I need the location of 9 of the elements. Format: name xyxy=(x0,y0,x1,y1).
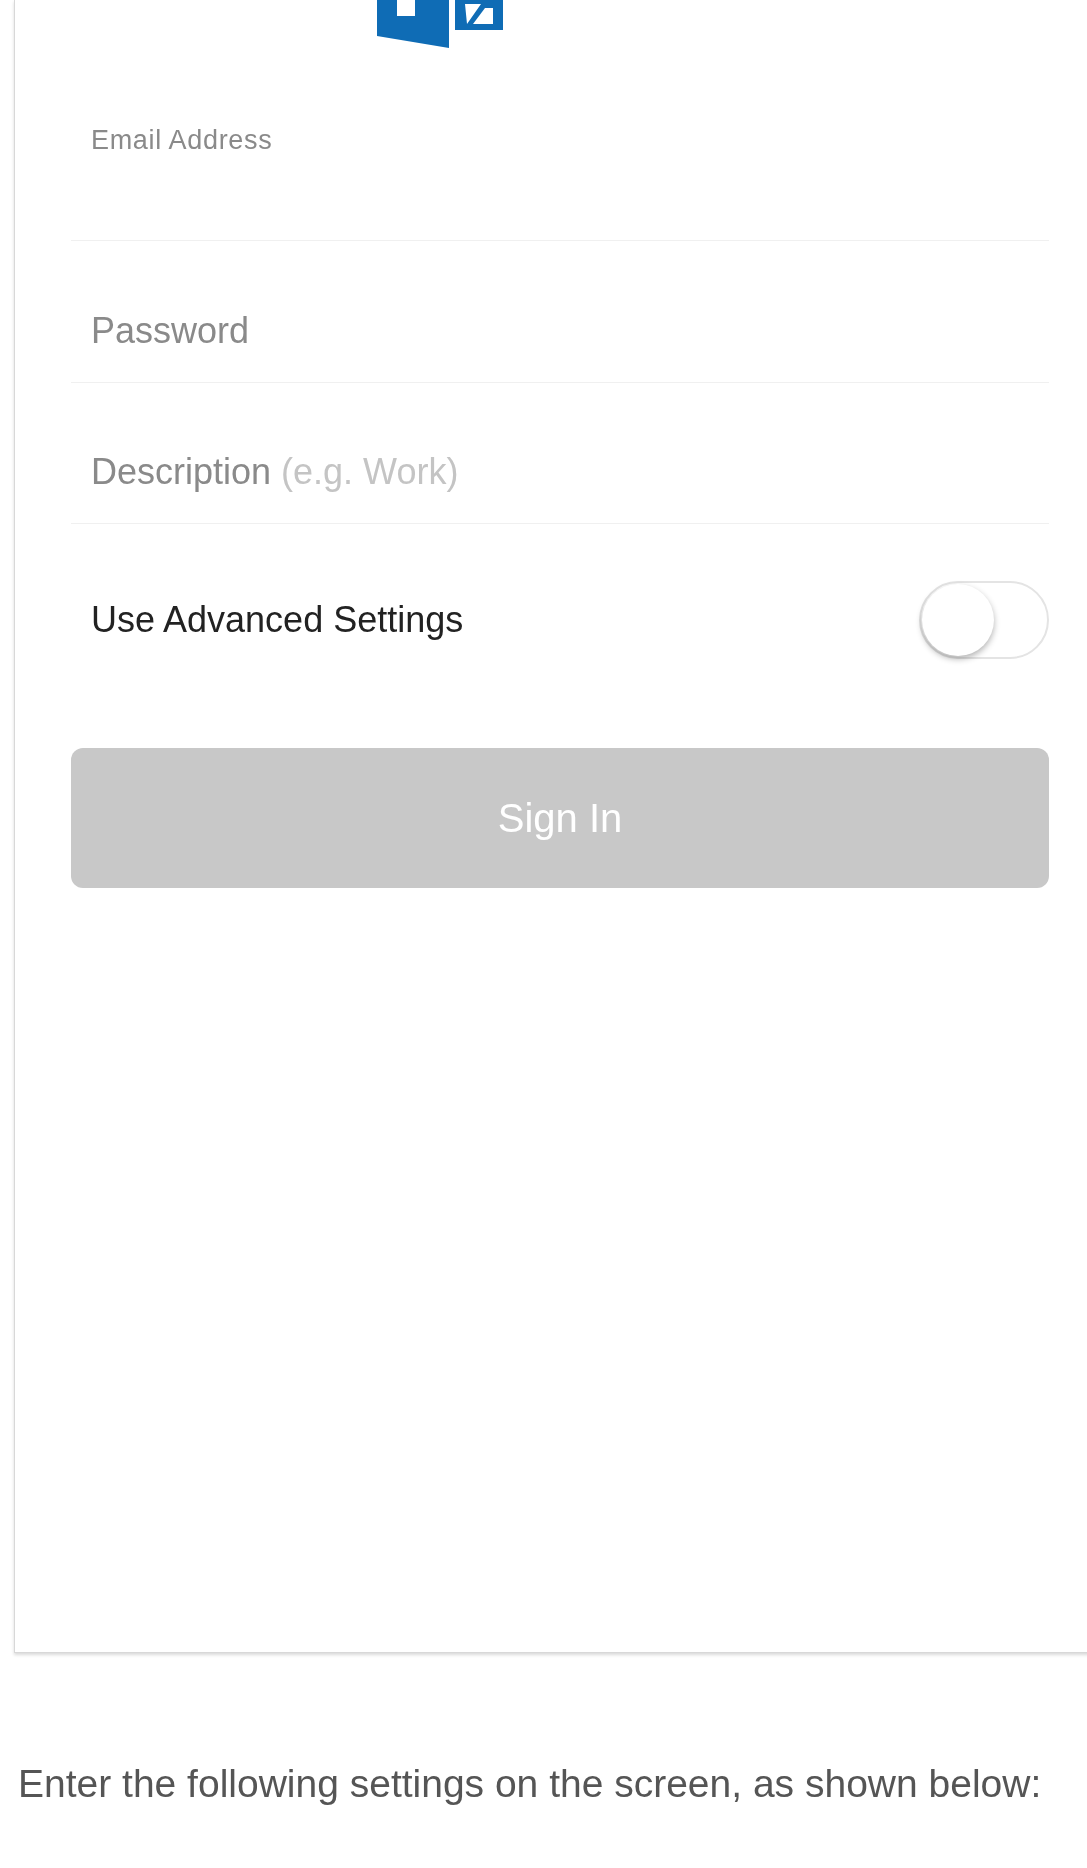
password-field[interactable]: Password xyxy=(91,304,991,358)
field-placeholder: Description xyxy=(91,450,272,494)
description-field[interactable]: Description (e.g. Work) xyxy=(71,383,1049,524)
field-label: Email Address xyxy=(91,125,273,155)
advanced-settings-label: Use Advanced Settings xyxy=(91,598,464,642)
toggle-switch[interactable] xyxy=(919,581,1049,659)
field-hint: (e.g. Work) xyxy=(281,450,459,494)
instruction-text: Enter the following settings on the screen, as shown below: xyxy=(18,1761,1043,1807)
email-field[interactable]: Email Address xyxy=(71,0,1049,241)
